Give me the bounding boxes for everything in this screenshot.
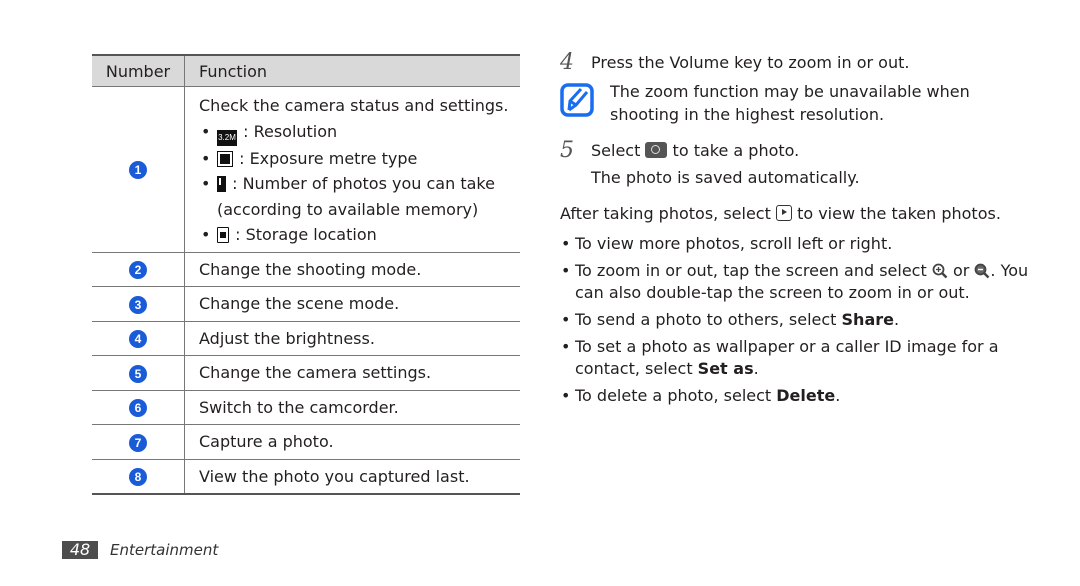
function-cell: Change the scene mode. <box>184 286 520 322</box>
exposure-metre-icon <box>217 150 233 167</box>
list-item: : Number of photos you can take (accordi… <box>199 171 520 222</box>
item-label: : Exposure metre type <box>239 148 418 168</box>
after-instructions: After taking photos, select to view the … <box>560 204 1001 223</box>
number-badge: 3 <box>129 295 147 314</box>
function-cell: View the photo you captured last. <box>184 459 520 495</box>
tips-list: To view more photos, scroll left or righ… <box>560 233 1030 412</box>
item-label: : Number of photos you can take <box>232 174 495 193</box>
number-badge: 4 <box>129 330 147 349</box>
note-pencil-icon <box>560 83 594 117</box>
resolution-icon: 3.2M <box>217 129 237 146</box>
function-cell: Change the shooting mode. <box>184 252 520 287</box>
table-row: 3 Change the scene mode. <box>92 286 520 322</box>
list-item: : Exposure metre type <box>199 146 520 172</box>
number-badge: 1 <box>129 161 147 180</box>
number-badge: 2 <box>129 261 147 280</box>
number-badge: 6 <box>129 399 147 418</box>
table-row: 5 Change the camera settings. <box>92 355 520 391</box>
row-intro: Check the camera status and settings. <box>199 96 509 115</box>
list-item: To zoom in or out, tap the screen and se… <box>560 260 1030 304</box>
list-item: To delete a photo, select Delete. <box>560 385 1030 407</box>
list-item: To send a photo to others, select Share. <box>560 309 1030 331</box>
function-cell: Switch to the camcorder. <box>184 390 520 425</box>
table-row: 1 Check the camera status and settings. … <box>92 86 520 253</box>
header-function: Function <box>184 54 520 87</box>
zoom-in-icon <box>932 263 948 279</box>
step-5: 5 Select to take a photo. The photo is s… <box>560 138 860 188</box>
list-item: To view more photos, scroll left or righ… <box>560 233 1030 255</box>
step-4: 4 Press the Volume key to zoom in or out… <box>560 52 909 74</box>
page-number: 48 <box>62 541 98 559</box>
list-item: : Storage location <box>199 222 520 248</box>
table-row: 4 Adjust the brightness. <box>92 321 520 356</box>
table-row: 2 Change the shooting mode. <box>92 252 520 287</box>
camera-shutter-icon <box>645 142 668 158</box>
step-text: Press the Volume key to zoom in or out. <box>591 53 910 72</box>
note-text: The zoom function may be unavailable whe… <box>610 82 970 124</box>
function-cell: Capture a photo. <box>184 424 520 460</box>
function-cell: Change the camera settings. <box>184 355 520 391</box>
item-label: : Resolution <box>243 121 338 141</box>
status-icon-list: 3.2M : Resolution : Exposure metre type … <box>199 119 520 248</box>
header-number: Number <box>92 54 185 87</box>
step-number: 5 <box>560 138 574 163</box>
storage-location-icon <box>217 227 229 243</box>
table-row: 8 View the photo you captured last. <box>92 459 520 495</box>
photo-count-icon <box>217 176 226 192</box>
number-cell: 1 <box>92 86 185 253</box>
function-cell: Adjust the brightness. <box>184 321 520 356</box>
item-label: : Storage location <box>235 225 377 244</box>
table-header-row: Number Function <box>92 54 520 87</box>
table-row: 7 Capture a photo. <box>92 424 520 460</box>
list-item: 3.2M : Resolution <box>199 119 520 146</box>
number-badge: 8 <box>129 468 147 487</box>
step-number: 4 <box>560 50 574 75</box>
view-photo-icon <box>775 205 792 221</box>
function-table: Number Function 1 Check the camera statu… <box>92 54 520 495</box>
table-row: 6 Switch to the camcorder. <box>92 390 520 425</box>
section-name: Entertainment <box>110 541 219 559</box>
item-continuation: (according to available memory) <box>217 199 479 219</box>
step-result: The photo is saved automatically. <box>591 168 860 187</box>
function-cell: Check the camera status and settings. 3.… <box>184 86 520 253</box>
number-badge: 7 <box>129 433 147 452</box>
list-item: To set a photo as wallpaper or a caller … <box>560 336 1030 380</box>
number-badge: 5 <box>129 364 147 383</box>
zoom-out-icon <box>975 263 990 279</box>
